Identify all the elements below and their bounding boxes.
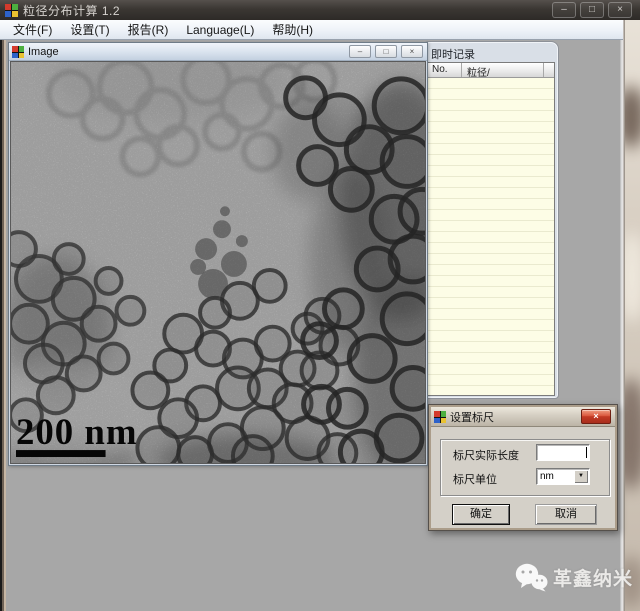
- image-window-icon: [12, 46, 24, 58]
- window-right-border: [620, 20, 625, 611]
- record-table-body[interactable]: [427, 78, 554, 394]
- scale-length-input[interactable]: [536, 444, 590, 461]
- menu-file[interactable]: 文件(F): [4, 19, 61, 40]
- minimize-icon[interactable]: –: [552, 2, 576, 18]
- dialog-title: 设置标尺: [450, 409, 494, 425]
- tem-micrograph: 200 nm: [11, 62, 425, 463]
- maximize-icon[interactable]: □: [580, 2, 604, 18]
- scale-bar: 200 nm: [16, 411, 137, 457]
- watermark: 革鑫纳米: [515, 563, 633, 592]
- window-left-border: [0, 40, 7, 611]
- dialog-icon: [434, 411, 446, 423]
- column-header-size[interactable]: 粒径/: [462, 63, 544, 77]
- scale-length-label: 标尺实际长度: [453, 447, 519, 463]
- set-scale-dialog: 设置标尺 × 标尺实际长度 标尺单位 nm ▼ 确定 取消: [428, 404, 618, 531]
- wechat-icon: [515, 563, 548, 592]
- scale-unit-value: nm: [540, 471, 554, 482]
- close-icon[interactable]: ×: [581, 409, 611, 424]
- menu-bar: 文件(F) 设置(T) 报告(R) Language(L) 帮助(H): [0, 20, 623, 40]
- tem-micrograph-canvas[interactable]: 200 nm: [10, 61, 426, 464]
- image-window-titlebar[interactable]: Image – □ ×: [9, 43, 427, 61]
- record-panel-title: 即时记录: [423, 43, 557, 62]
- column-header-filler: [544, 63, 554, 77]
- scale-unit-label: 标尺单位: [453, 471, 497, 487]
- menu-settings[interactable]: 设置(T): [61, 19, 118, 40]
- scale-unit-dropdown[interactable]: nm ▼: [536, 468, 590, 485]
- restore-icon[interactable]: □: [375, 45, 397, 58]
- watermark-text: 革鑫纳米: [553, 564, 633, 591]
- close-icon[interactable]: ×: [608, 2, 632, 18]
- app-title: 粒径分布计算 1.2: [23, 2, 120, 19]
- minimize-icon[interactable]: –: [349, 45, 371, 58]
- record-panel: 即时记录 No. 粒径/: [422, 42, 558, 398]
- image-child-window: Image – □ ×: [8, 42, 428, 466]
- menu-report[interactable]: 报告(R): [119, 19, 178, 40]
- cancel-button[interactable]: 取消: [535, 504, 597, 525]
- dialog-body: 标尺实际长度 标尺单位 nm ▼ 确定 取消: [431, 427, 615, 528]
- image-window-controls: – □ ×: [349, 45, 423, 58]
- text-caret: [586, 447, 587, 458]
- window-controls: – □ ×: [552, 2, 632, 18]
- dialog-titlebar[interactable]: 设置标尺 ×: [431, 407, 615, 427]
- scale-bar-line: [16, 450, 106, 457]
- record-table-header: No. 粒径/: [427, 63, 554, 78]
- record-table: No. 粒径/: [426, 62, 555, 396]
- close-icon[interactable]: ×: [401, 45, 423, 58]
- app-icon: [5, 4, 18, 17]
- menu-language[interactable]: Language(L): [177, 21, 263, 39]
- image-window-title: Image: [28, 46, 59, 58]
- chevron-down-icon[interactable]: ▼: [574, 470, 588, 483]
- main-titlebar[interactable]: 粒径分布计算 1.2 – □ ×: [0, 0, 640, 20]
- menu-help[interactable]: 帮助(H): [263, 19, 322, 40]
- column-header-no[interactable]: No.: [427, 63, 462, 77]
- ok-button[interactable]: 确定: [452, 504, 510, 525]
- screenshot-root: 文件(F) 设置(T) 报告(R) Language(L) 帮助(H) Imag…: [0, 0, 640, 611]
- scale-bar-label: 200 nm: [16, 411, 137, 452]
